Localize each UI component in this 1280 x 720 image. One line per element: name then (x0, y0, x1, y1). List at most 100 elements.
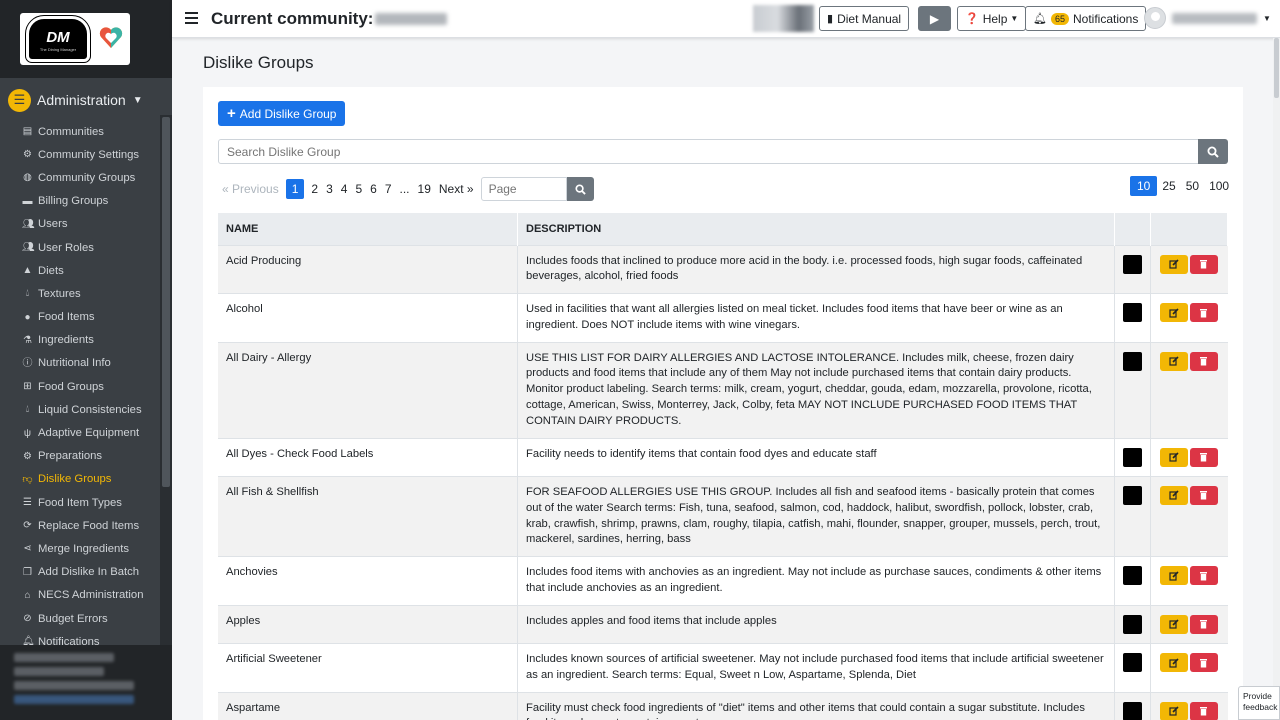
user-name-redacted[interactable] (1172, 13, 1257, 24)
sidebar-item-community-groups[interactable]: ◍ Community Groups (0, 166, 160, 189)
per-page-option-25[interactable]: 25 (1157, 176, 1180, 196)
provide-feedback-button[interactable]: Provide feedback (1238, 686, 1280, 720)
add-dislike-group-button[interactable]: + Add Dislike Group (218, 101, 346, 126)
sidebar-item-diets[interactable]: ▲ Diets (0, 259, 160, 282)
row-description: Includes known sources of artificial swe… (517, 643, 1115, 693)
play-button[interactable]: ▶ (918, 6, 951, 31)
column-header-name[interactable]: NAME (218, 213, 519, 245)
sidebar-item-billing-groups[interactable]: ▬ Billing Groups (0, 190, 160, 213)
edit-button[interactable] (1159, 701, 1188, 720)
delete-button[interactable] (1189, 614, 1218, 634)
sidebar-item-ingredients[interactable]: ⚗ Ingredients (0, 329, 160, 352)
diet-manual-button[interactable]: ▮ Diet Manual (819, 6, 910, 31)
pagination-page-1[interactable]: 1 (285, 179, 305, 199)
edit-button[interactable] (1159, 485, 1188, 505)
row-name: Apples (218, 604, 519, 644)
sidebar-item-users[interactable]: 👥︎ Users (0, 213, 160, 236)
row-actions (1150, 475, 1228, 557)
pagination-page-5[interactable]: 5 (351, 179, 366, 199)
pagination-page-19[interactable]: 19 (414, 179, 435, 199)
caret-down-icon[interactable]: ▼ (1263, 14, 1271, 23)
sidebar-item-preparations[interactable]: ⚙ Preparations (0, 445, 160, 468)
sidebar-item-food-items[interactable]: ● Food Items (0, 306, 160, 329)
sidebar-item-liquid-consistencies[interactable]: 💧︎ Liquid Consistencies (0, 398, 160, 421)
page-title: Dislike Groups (203, 53, 314, 72)
sidebar-item-user-roles[interactable]: 👥︎ User Roles (0, 236, 160, 259)
color-swatch (1122, 701, 1142, 720)
row-description: Includes apples and food items that incl… (517, 604, 1115, 644)
edit-button[interactable] (1159, 566, 1188, 586)
column-header-description[interactable]: DESCRIPTION (517, 213, 1115, 245)
sidebar-item-add-dislike-in-batch[interactable]: ❐ Add Dislike In Batch (0, 561, 160, 584)
notifications-button[interactable]: 🔔︎ 65 Notifications (1025, 6, 1147, 31)
sliders-icon: ☰ (8, 88, 31, 112)
edit-button[interactable] (1159, 254, 1188, 274)
bell-icon: 🔔︎ (1033, 13, 1047, 25)
per-page-option-100[interactable]: 100 (1204, 176, 1234, 196)
trash-icon (1200, 491, 1208, 500)
pagination-previous[interactable]: « Previous (218, 179, 283, 199)
page-scrollbar[interactable] (1273, 38, 1280, 720)
per-page-option-50[interactable]: 50 (1181, 176, 1204, 196)
pagination-page-4[interactable]: 4 (337, 179, 352, 199)
page-scroll-thumb[interactable] (1274, 38, 1279, 98)
sidebar-item-dislike-groups[interactable]: 👎︎ Dislike Groups (0, 468, 160, 491)
search-button[interactable] (1198, 139, 1228, 164)
sidebar-item-food-groups[interactable]: ⊞ Food Groups (0, 375, 160, 398)
share-icon: ⋖ (23, 543, 32, 555)
sidebar-item-label: Merge Ingredients (38, 542, 130, 555)
sidebar-item-necs-administration[interactable]: ⌂ NECS Administration (0, 584, 160, 607)
redacted-text (14, 653, 114, 662)
pagination-page-3[interactable]: 3 (322, 179, 337, 199)
sidebar-item-label: Dislike Groups (38, 473, 112, 486)
sidebar-item-label: NECS Administration (38, 589, 144, 602)
pagination-page-6[interactable]: 6 (366, 179, 381, 199)
sidebar-item-textures[interactable]: 💧︎ Textures (0, 282, 160, 305)
edit-button[interactable] (1159, 653, 1188, 673)
sidebar-item-replace-food-items[interactable]: ⟳ Replace Food Items (0, 514, 160, 537)
delete-button[interactable] (1189, 653, 1218, 673)
delete-button[interactable] (1189, 303, 1218, 323)
edit-button[interactable] (1159, 351, 1188, 371)
delete-button[interactable] (1189, 485, 1218, 505)
notifications-count-badge: 65 (1050, 12, 1069, 25)
edit-button[interactable] (1159, 447, 1188, 467)
delete-button[interactable] (1189, 351, 1218, 371)
sidebar-item-community-settings[interactable]: ⚙ Community Settings (0, 143, 160, 166)
hamburger-menu-icon[interactable] (185, 12, 198, 24)
search-input[interactable] (218, 139, 1199, 164)
table-row: Artificial Sweetener Includes known sourc… (218, 643, 1228, 693)
redacted-link[interactable] (14, 695, 134, 704)
sidebar-item-budget-errors[interactable]: ⊘ Budget Errors (0, 607, 160, 630)
page-number-input[interactable] (480, 177, 567, 201)
help-button[interactable]: ❓ Help ▼ (957, 6, 1027, 31)
pagination-page-2[interactable]: 2 (307, 179, 322, 199)
pagination-page-7[interactable]: 7 (381, 179, 396, 199)
sidebar-item-merge-ingredients[interactable]: ⋖ Merge Ingredients (0, 537, 160, 560)
sidebar-scrollbar[interactable] (160, 115, 172, 645)
logo[interactable]: DM The Dining Manager (20, 13, 130, 65)
admin-section-toggle[interactable]: ☰ Administration ▼ (0, 85, 172, 115)
delete-button[interactable] (1189, 566, 1218, 586)
user-avatar[interactable] (1144, 7, 1166, 29)
color-swatch (1122, 485, 1142, 505)
sidebar-scroll-thumb[interactable] (162, 117, 170, 487)
row-color-cell (1114, 643, 1151, 693)
delete-button[interactable] (1189, 254, 1218, 274)
row-name: All Dairy - Allergy (218, 341, 519, 439)
sidebar-item-communities[interactable]: ▤ Communities (0, 120, 160, 143)
edit-button[interactable] (1159, 303, 1188, 323)
delete-button[interactable] (1189, 701, 1218, 720)
page-go-button[interactable] (566, 177, 594, 201)
search-icon (575, 183, 586, 195)
pagination-next[interactable]: Next » (435, 179, 478, 199)
sidebar-item-adaptive-equipment[interactable]: ψ Adaptive Equipment (0, 421, 160, 444)
row-description: Includes foods that inclined to produce … (517, 244, 1115, 294)
column-header-color (1114, 213, 1151, 245)
trash-icon (1200, 357, 1208, 366)
per-page-option-10[interactable]: 10 (1130, 176, 1158, 196)
sidebar-item-nutritional-info[interactable]: ⓘ Nutritional Info (0, 352, 160, 375)
edit-button[interactable] (1159, 614, 1188, 634)
sidebar-item-food-item-types[interactable]: ☰ Food Item Types (0, 491, 160, 514)
delete-button[interactable] (1189, 447, 1218, 467)
